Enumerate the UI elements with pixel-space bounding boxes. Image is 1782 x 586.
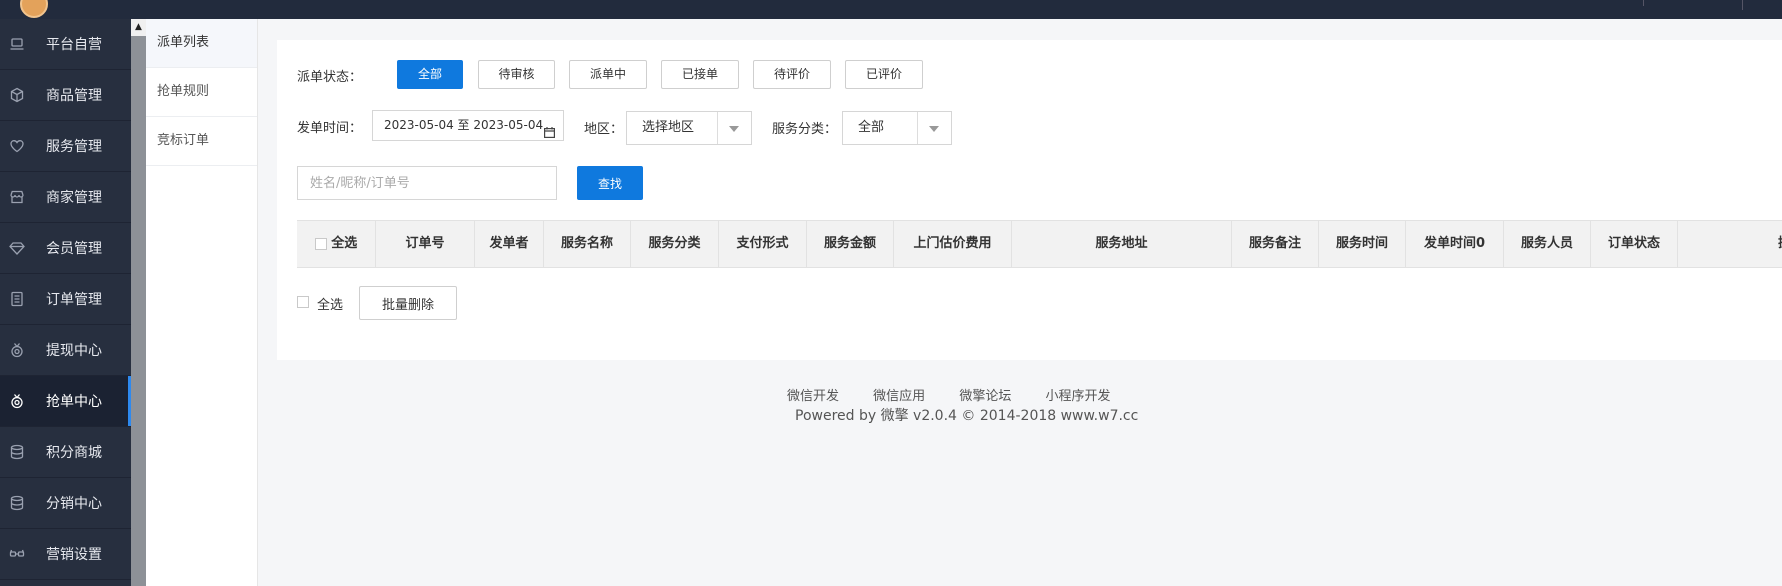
column-header: 服务名称	[544, 221, 631, 267]
status-filter-label: 派单状态：	[297, 70, 363, 85]
region-filter-label: 地区：	[584, 122, 624, 137]
search-button[interactable]: 查找	[577, 166, 643, 200]
laptop-icon	[9, 36, 25, 52]
select-all-label: 全选	[331, 236, 358, 251]
sidebar-item-goods[interactable]: 商品管理	[0, 70, 131, 121]
subnav-item-grab-rules[interactable]: 抢单规则	[146, 68, 257, 117]
select-all-checkbox[interactable]	[314, 237, 327, 250]
bulk-delete-button[interactable]: 批量删除	[359, 286, 457, 320]
sidebar-item-grab-orders[interactable]: 抢单中心	[0, 376, 131, 427]
column-header: 服务时间	[1319, 221, 1406, 267]
glasses-icon	[9, 546, 25, 562]
sidebar: 平台自营 商品管理 服务管理 商家管理 会员管理 订单管理 提现中心 抢单中心	[0, 19, 131, 586]
date-range-input[interactable]: 2023-05-04 至 2023-05-04	[372, 110, 564, 141]
sidebar-item-label: 商家管理	[46, 190, 102, 206]
sidebar-item-points-mall[interactable]: 积分商城	[0, 427, 131, 478]
category-filter-label: 服务分类：	[772, 122, 838, 137]
sidebar-item-label: 订单管理	[46, 292, 102, 308]
sidebar-menu: 平台自营 商品管理 服务管理 商家管理 会员管理 订单管理 提现中心 抢单中心	[0, 19, 131, 580]
sidebar-item-label: 营销设置	[46, 547, 102, 563]
store-icon	[9, 189, 25, 205]
sidebar-item-members[interactable]: 会员管理	[0, 223, 131, 274]
column-header: 服务金额	[807, 221, 894, 267]
column-header: 订单号	[376, 221, 475, 267]
sidebar-item-label: 服务管理	[46, 139, 102, 155]
column-header: 服务分类	[631, 221, 719, 267]
sidebar-item-label: 分销中心	[46, 496, 102, 512]
footer-link-miniprogram[interactable]: 小程序开发	[1045, 389, 1110, 404]
bulk-select-all-checkbox[interactable]	[297, 296, 309, 308]
region-select[interactable]: 选择地区	[626, 111, 752, 145]
footer-link-wechat-apps[interactable]: 微信应用	[873, 389, 925, 404]
heart-icon	[9, 138, 25, 154]
column-header: 服务备注	[1232, 221, 1319, 267]
subnav-item-bid-orders[interactable]: 竞标订单	[146, 117, 257, 166]
status-filter-accepted[interactable]: 已接单	[661, 60, 739, 89]
bulk-select-all-label: 全选	[317, 298, 344, 313]
box-icon	[9, 87, 25, 103]
status-filter-dispatching[interactable]: 派单中	[569, 60, 647, 89]
status-filter-pending-review[interactable]: 待审核	[478, 60, 555, 89]
database-icon	[9, 444, 25, 460]
calendar-icon	[544, 120, 556, 139]
column-header: 发单时间0	[1406, 221, 1504, 267]
chevron-down-icon	[729, 126, 739, 132]
sidebar-item-label: 提现中心	[46, 343, 102, 359]
powered-by-text: Powered by 微擎 v2.0.4 © 2014-2018 www.w7.…	[795, 408, 1139, 424]
medal-icon	[9, 342, 25, 358]
table-header-select-all[interactable]: 全选	[297, 221, 376, 267]
sidebar-item-merchants[interactable]: 商家管理	[0, 172, 131, 223]
status-filter-pending-rating[interactable]: 待评价	[753, 60, 831, 89]
region-select-value: 选择地区	[642, 120, 695, 135]
sidebar-item-orders[interactable]: 订单管理	[0, 274, 131, 325]
sidebar-item-withdraw[interactable]: 提现中心	[0, 325, 131, 376]
diamond-icon	[9, 240, 25, 256]
sidebar-item-label: 抢单中心	[46, 394, 102, 410]
status-filter-all[interactable]: 全部	[397, 60, 463, 89]
sidebar-item-label: 平台自营	[46, 37, 102, 53]
sidebar-item-marketing[interactable]: 营销设置	[0, 529, 131, 580]
select-divider	[917, 112, 918, 144]
avatar[interactable]	[20, 0, 48, 18]
footer-link-wechat-dev[interactable]: 微信开发	[787, 389, 839, 404]
sidebar-item-distribution[interactable]: 分销中心	[0, 478, 131, 529]
topbar-divider	[1643, 0, 1644, 6]
database-icon	[9, 495, 25, 511]
column-header: 发单者	[475, 221, 544, 267]
medal-icon	[9, 393, 25, 409]
sidebar-item-label: 商品管理	[46, 88, 102, 104]
top-bar	[0, 0, 1782, 19]
footer-links: 微信开发 微信应用 微擎论坛 小程序开发	[787, 385, 1140, 404]
scroll-up-arrow-icon[interactable]: ▲	[131, 19, 146, 36]
column-header: 订单状态	[1591, 221, 1678, 267]
category-select-value: 全部	[858, 120, 885, 135]
sidebar-item-label: 会员管理	[46, 241, 102, 257]
column-header: 操作	[1678, 221, 1782, 267]
sidebar-scrollbar[interactable]: ▲	[131, 19, 146, 586]
subnav-item-dispatch-list[interactable]: 派单列表	[146, 19, 257, 68]
date-range-value: 2023-05-04 至 2023-05-04	[384, 118, 544, 132]
time-filter-label: 发单时间：	[297, 121, 363, 136]
column-header: 支付形式	[719, 221, 807, 267]
chevron-down-icon	[929, 126, 939, 132]
scrollbar-thumb[interactable]	[131, 36, 146, 586]
sidebar-item-services[interactable]: 服务管理	[0, 121, 131, 172]
column-header: 服务人员	[1504, 221, 1591, 267]
list-icon	[9, 291, 25, 307]
sub-navigation: 派单列表 抢单规则 竞标订单	[146, 19, 258, 586]
sidebar-item-platform[interactable]: 平台自营	[0, 19, 131, 70]
search-input[interactable]	[297, 166, 557, 200]
topbar-divider	[1742, 0, 1743, 10]
table-header: 全选 订单号 发单者 服务名称 服务分类 支付形式 服务金额 上门估价费用 服务…	[297, 220, 1782, 268]
sidebar-item-label: 积分商城	[46, 445, 102, 461]
category-select[interactable]: 全部	[842, 111, 952, 145]
select-divider	[717, 112, 718, 144]
column-header: 服务地址	[1012, 221, 1232, 267]
status-filter-rated[interactable]: 已评价	[845, 60, 923, 89]
footer-link-forum[interactable]: 微擎论坛	[959, 389, 1011, 404]
column-header: 上门估价费用	[894, 221, 1012, 267]
